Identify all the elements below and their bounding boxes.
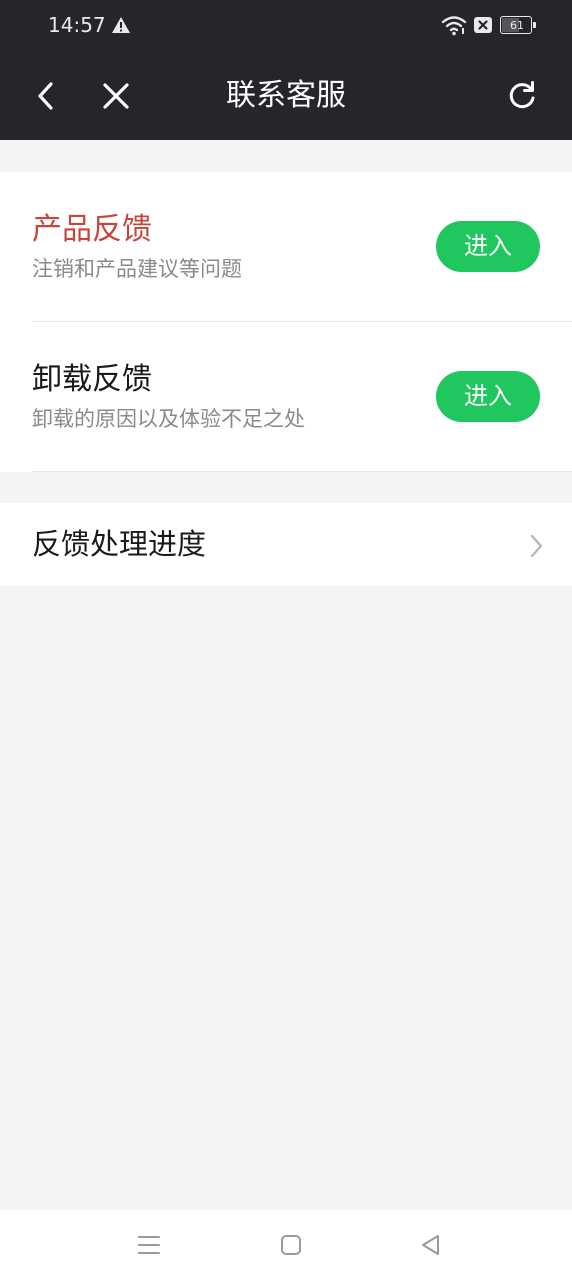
feedback-options-card: 产品反馈 注销和产品建议等问题 进入 卸载反馈 卸载的原因以及体验不足之处 进入 <box>0 172 572 472</box>
battery-tip <box>533 22 536 28</box>
item-title-product-feedback: 产品反馈 <box>32 212 152 247</box>
enter-button-product-feedback[interactable]: 进入 <box>436 221 540 272</box>
wifi-icon <box>441 16 467 36</box>
back-triangle-icon[interactable] <box>418 1232 444 1258</box>
warning-icon <box>112 17 130 33</box>
feedback-progress-row[interactable]: 反馈处理进度 <box>0 503 572 586</box>
battery-icon: 61 <box>500 16 536 34</box>
item-subtitle-uninstall-feedback: 卸载的原因以及体验不足之处 <box>32 407 305 431</box>
list-item-product-feedback: 产品反馈 注销和产品建议等问题 进入 <box>0 172 572 322</box>
close-icon[interactable] <box>98 78 134 114</box>
system-nav-bar <box>0 1210 572 1280</box>
nav-bar: 联系客服 <box>0 52 572 140</box>
refresh-icon[interactable] <box>504 78 540 114</box>
item-title-uninstall-feedback: 卸载反馈 <box>32 362 152 397</box>
menu-icon[interactable] <box>136 1232 162 1258</box>
status-time: 14:57 <box>48 13 106 37</box>
feedback-progress-label: 反馈处理进度 <box>32 527 207 561</box>
home-square-icon[interactable] <box>278 1232 304 1258</box>
page-title: 联系客服 <box>226 78 346 113</box>
battery-level: 61 <box>510 19 524 32</box>
sim-blocked-icon <box>474 17 492 33</box>
enter-button-uninstall-feedback[interactable]: 进入 <box>436 371 540 422</box>
status-bar: 14:57 61 <box>0 0 572 52</box>
divider <box>32 471 572 472</box>
battery-body: 61 <box>500 16 532 34</box>
back-chevron-icon[interactable] <box>30 76 64 116</box>
list-item-uninstall-feedback: 卸载反馈 卸载的原因以及体验不足之处 进入 <box>0 322 572 472</box>
chevron-right-icon <box>530 534 543 558</box>
item-subtitle-product-feedback: 注销和产品建议等问题 <box>32 257 242 281</box>
